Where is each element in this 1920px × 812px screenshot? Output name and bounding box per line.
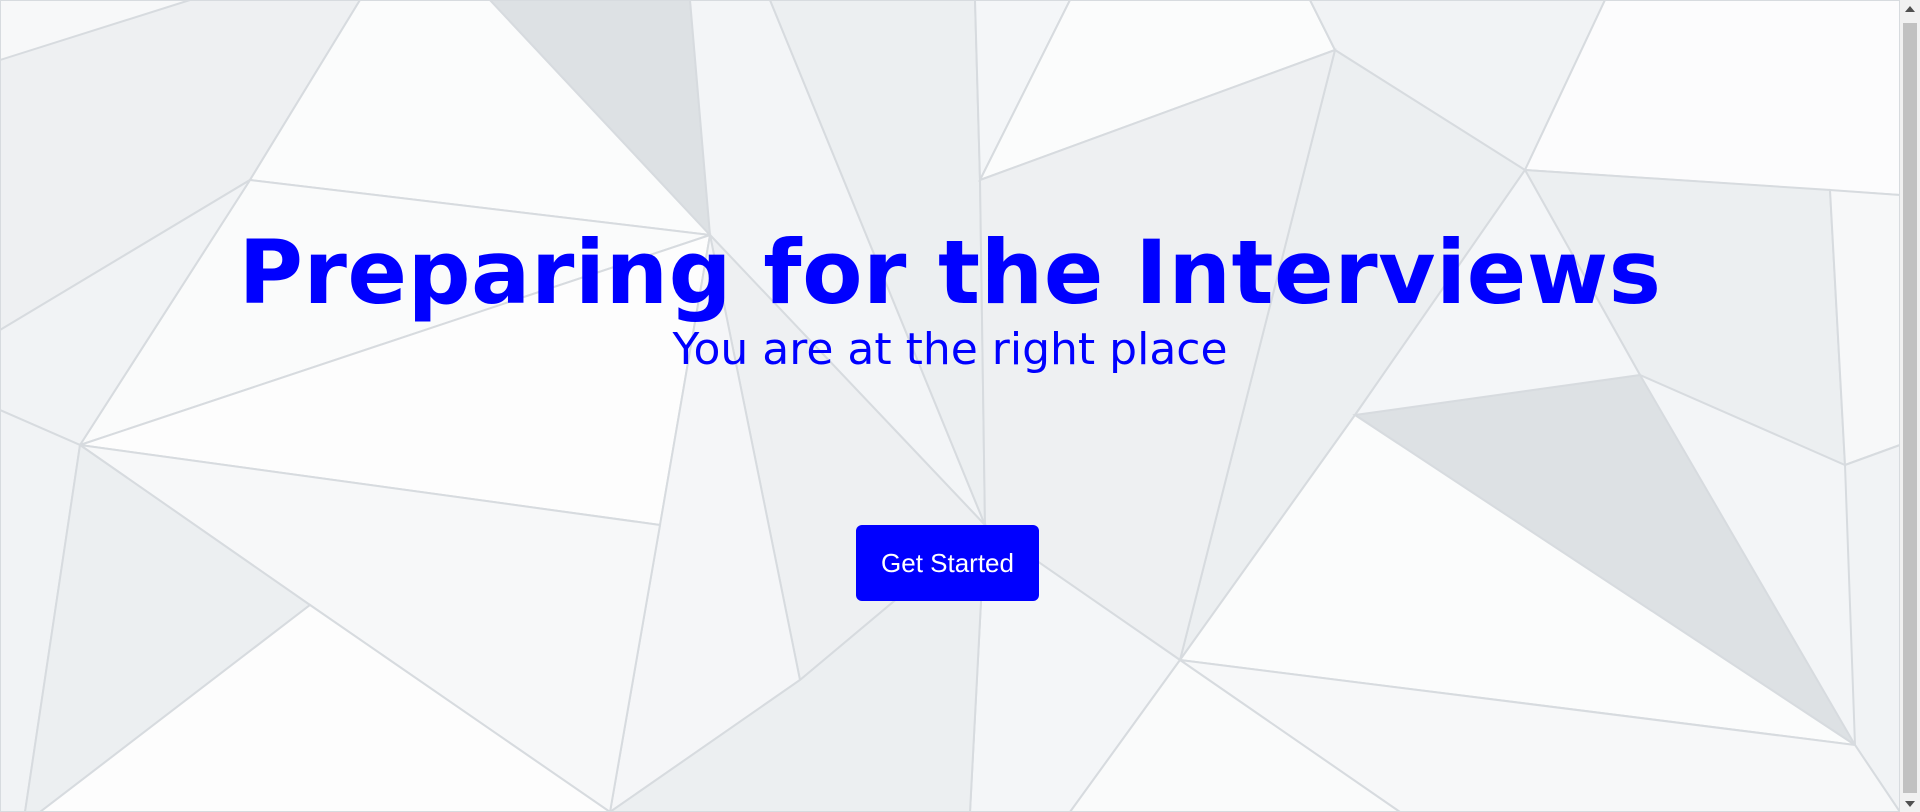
triangle-up-icon bbox=[1905, 5, 1915, 12]
scroll-down-button[interactable] bbox=[1900, 795, 1920, 812]
triangle-down-icon bbox=[1905, 800, 1915, 807]
landing-page: Preparing for the Interviews You are at … bbox=[0, 0, 1920, 812]
scroll-up-button[interactable] bbox=[1900, 0, 1920, 17]
hero-section: Preparing for the Interviews You are at … bbox=[0, 0, 1900, 812]
vertical-scrollbar[interactable] bbox=[1900, 0, 1920, 812]
hero-title: Preparing for the Interviews bbox=[238, 221, 1662, 324]
hero-subtitle: You are at the right place bbox=[672, 324, 1228, 375]
scrollbar-thumb[interactable] bbox=[1903, 23, 1917, 793]
get-started-button[interactable]: Get Started bbox=[856, 525, 1039, 601]
